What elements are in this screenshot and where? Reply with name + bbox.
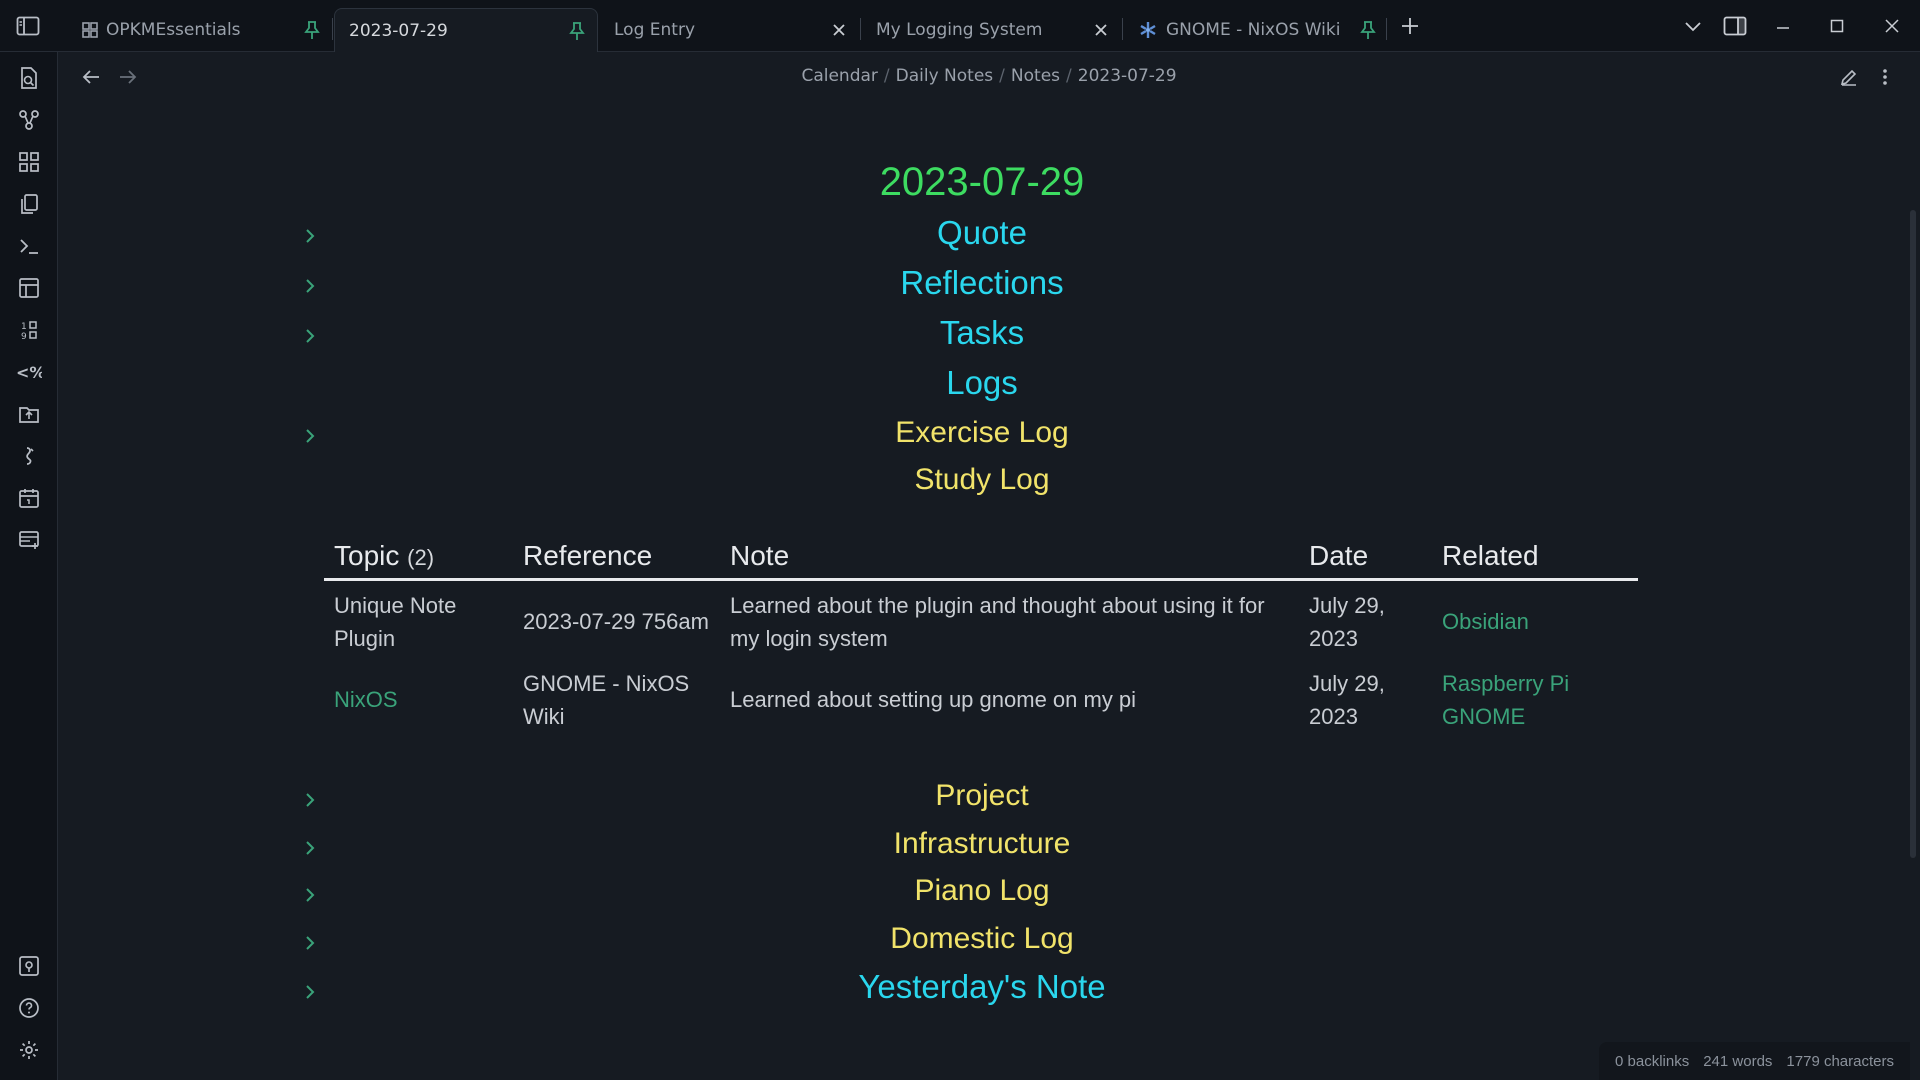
tab-label: GNOME - NixOS Wiki (1166, 20, 1341, 40)
cell-note: Learned about setting up gnome on my pi (730, 687, 1137, 712)
row-count: (2) (407, 544, 435, 570)
cell-date: July 29, 2023 (1309, 670, 1385, 729)
note-content: 2023-07-29 Quote Reflections Tasks Logs … (58, 102, 1920, 1080)
header-label: Topic (334, 539, 400, 571)
search-files-icon[interactable] (15, 64, 43, 92)
column-header-reference[interactable]: Reference (513, 529, 720, 581)
heading-exercise-log: Exercise Log (895, 416, 1069, 449)
tab-2023-07-29[interactable]: 2023-07-29 (334, 8, 598, 52)
heading-study-log: Study Log (914, 463, 1050, 496)
dashboard-icon (82, 22, 98, 38)
heading-infrastructure: Infrastructure (893, 827, 1071, 860)
maximize-icon[interactable] (1826, 15, 1848, 37)
tab-label: 2023-07-29 (349, 20, 448, 41)
tab-label: My Logging System (876, 20, 1043, 40)
folder-upload-icon[interactable] (15, 400, 43, 428)
graph-view-icon[interactable] (15, 106, 43, 134)
pin-icon[interactable] (569, 21, 585, 41)
heading-reflections: Reflections (900, 264, 1064, 301)
breadcrumb: Calendar / Daily Notes / Notes/2023-07-29 (801, 66, 1177, 86)
svg-text:1: 1 (21, 322, 27, 332)
character-count: 1779 characters (1786, 1052, 1894, 1070)
tab-label: Log Entry (614, 20, 695, 40)
svg-text:<%: <% (16, 363, 42, 382)
heading-piano-log: Piano Log (914, 874, 1050, 907)
cell-topic: Unique Note Plugin (334, 592, 457, 651)
sidebar-toggle-icon[interactable] (14, 14, 42, 38)
backlinks-count[interactable]: 0 backlinks (1615, 1053, 1689, 1070)
column-header-date[interactable]: Date (1299, 529, 1432, 581)
heading-quote: Quote (937, 214, 1027, 251)
table-row: NixOS GNOME - NixOS Wiki Learned about s… (324, 659, 1638, 737)
breadcrumb-item-daily-notes[interactable]: Daily Notes (896, 66, 994, 86)
tab-log-entry[interactable]: Log Entry (600, 9, 858, 51)
breadcrumb-item-notes[interactable]: Notes (1011, 66, 1060, 86)
study-log-table: Topic (2) Reference Note Date Related Un… (324, 529, 1638, 737)
settings-gear-icon[interactable] (15, 1036, 43, 1064)
heading-domestic-log: Domestic Log (890, 922, 1074, 955)
minimize-icon[interactable] (1772, 16, 1794, 38)
tab-label: OPKMEssentials (106, 20, 241, 40)
window-close-icon[interactable] (1881, 15, 1903, 37)
more-options-icon[interactable] (1874, 66, 1896, 88)
table-header-row: Topic (2) Reference Note Date Related (324, 529, 1638, 581)
calendar-icon[interactable] (15, 484, 43, 512)
cell-related: Raspberry Pi GNOME (1432, 659, 1638, 737)
right-sidebar-toggle-icon[interactable] (1722, 13, 1748, 39)
cell-reference: GNOME - NixOS Wiki (523, 670, 690, 729)
copy-files-icon[interactable] (15, 190, 43, 218)
cell-topic: NixOS (324, 659, 513, 737)
cell-reference: 2023-07-29 756am (523, 609, 709, 634)
tab-list-chevron-down-icon[interactable] (1682, 16, 1704, 38)
left-ribbon: 19 <% (0, 52, 58, 1080)
status-bar: 0 backlinks 241 words 1779 characters (1599, 1042, 1910, 1080)
templater-icon[interactable]: <% (15, 358, 43, 386)
note-title: 2023-07-29 (879, 160, 1085, 204)
cell-date: July 29, 2023 (1309, 592, 1385, 651)
word-count: 241 words (1703, 1052, 1773, 1070)
cell-related: Obsidian (1432, 579, 1638, 659)
close-icon[interactable] (832, 23, 846, 37)
vault-switch-icon[interactable] (15, 952, 43, 980)
internal-link[interactable]: GNOME (1442, 704, 1525, 729)
tab-gnome-nixos-wiki[interactable]: GNOME - NixOS Wiki (1124, 9, 1388, 51)
column-header-topic[interactable]: Topic (2) (324, 529, 513, 581)
internal-link[interactable]: Obsidian (1442, 609, 1529, 634)
heading-tasks: Tasks (939, 314, 1025, 351)
scrollbar[interactable] (1910, 210, 1916, 858)
internal-link[interactable]: NixOS (334, 687, 398, 712)
help-icon[interactable] (15, 994, 43, 1022)
terminal-icon[interactable] (15, 232, 43, 260)
nixos-icon (1138, 20, 1158, 40)
add-calendar-icon[interactable] (15, 526, 43, 554)
sort-icon[interactable]: 19 (15, 316, 43, 344)
edit-pencil-icon[interactable] (1838, 66, 1860, 88)
breadcrumb-item-current[interactable]: 2023-07-29 (1078, 66, 1177, 86)
pin-icon[interactable] (304, 20, 320, 40)
pin-icon[interactable] (1360, 20, 1376, 40)
tab-bar: OPKMEssentials 2023-07-29 Log Entry My L… (0, 0, 1920, 52)
internal-link[interactable]: Raspberry Pi (1442, 671, 1569, 696)
column-header-note[interactable]: Note (720, 529, 1299, 581)
tab-my-logging-system[interactable]: My Logging System (862, 9, 1120, 51)
dashboard-icon[interactable] (15, 148, 43, 176)
heading-logs: Logs (946, 364, 1018, 401)
new-tab-icon[interactable] (1398, 14, 1422, 38)
layout-icon[interactable] (15, 274, 43, 302)
svg-text:9: 9 (21, 332, 27, 341)
cell-note: Learned about the plugin and thought abo… (730, 592, 1265, 651)
heading-project: Project (935, 779, 1029, 812)
close-icon[interactable] (1094, 23, 1108, 37)
table-row: Unique Note Plugin 2023-07-29 756am Lear… (324, 579, 1638, 659)
breadcrumb-item-calendar[interactable]: Calendar (801, 66, 877, 86)
excalidraw-icon[interactable] (15, 442, 43, 470)
column-header-related[interactable]: Related (1432, 529, 1638, 581)
tab-opkmessentials[interactable]: OPKMEssentials (68, 9, 332, 51)
view-header: Calendar / Daily Notes / Notes/2023-07-29 (58, 52, 1920, 102)
heading-yesterdays-note: Yesterday's Note (858, 968, 1106, 1005)
